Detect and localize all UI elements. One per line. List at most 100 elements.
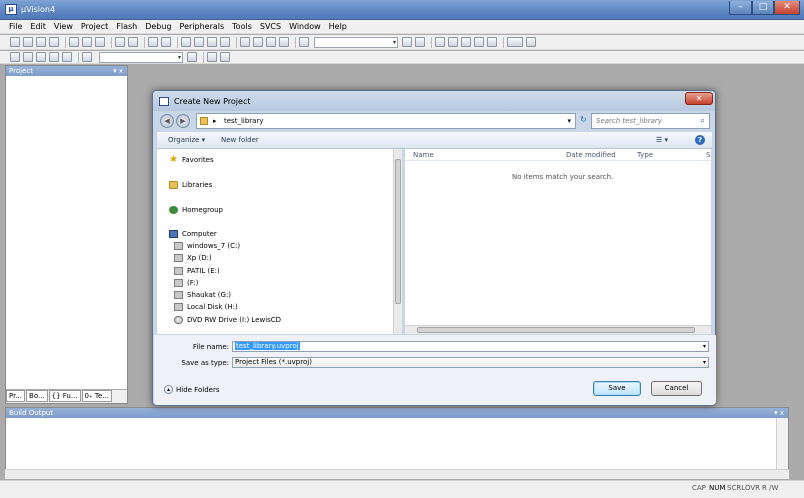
bookmark-clear-icon[interactable] [220, 37, 230, 47]
nav-back-icon[interactable] [148, 37, 158, 47]
save-button[interactable]: Save [593, 381, 641, 396]
forward-button[interactable]: ▶ [176, 114, 190, 128]
menu-tools[interactable]: Tools [232, 22, 252, 31]
cancel-button[interactable]: Cancel [651, 381, 702, 396]
menu-window[interactable]: Window [289, 22, 321, 31]
unindent-icon[interactable] [253, 37, 263, 47]
menu-flash[interactable]: Flash [116, 22, 137, 31]
nav-scrollbar[interactable] [393, 149, 402, 334]
pane-controls-icon[interactable]: ▾ ⅹ [774, 408, 784, 418]
configure-icon[interactable] [526, 37, 536, 47]
save-icon[interactable] [36, 37, 46, 47]
nav-favorites[interactable]: ★ Favorites [169, 155, 214, 165]
download-icon[interactable] [82, 52, 92, 62]
breakpoint-disable-icon[interactable] [461, 37, 471, 47]
search-icon[interactable]: ⌕ [701, 116, 705, 126]
nav-drive-i[interactable]: DVD RW Drive (I:) LewisCD [174, 316, 281, 324]
maximize-button[interactable]: □ [752, 1, 774, 15]
scrollbar-thumb[interactable] [417, 327, 695, 333]
file-list-hscrollbar[interactable] [405, 325, 711, 334]
minimize-button[interactable]: – [729, 1, 752, 15]
menu-help[interactable]: Help [329, 22, 347, 31]
uncomment-icon[interactable] [279, 37, 289, 47]
nav-drive-g[interactable]: Shaukat (G:) [174, 291, 231, 299]
tab-templates[interactable]: 0₊ Te... [81, 390, 112, 402]
chevron-down-icon[interactable]: ▾ [703, 342, 706, 351]
target-combo[interactable]: ▾ [99, 51, 183, 63]
copy-icon[interactable] [82, 37, 92, 47]
cut-icon[interactable] [69, 37, 79, 47]
close-button[interactable]: ✕ [774, 1, 800, 15]
refresh-icon[interactable]: ↻ [578, 115, 589, 127]
translate-icon[interactable] [10, 52, 20, 62]
search-box[interactable]: Search test_library ⌕ [591, 113, 710, 129]
incremental-find-icon[interactable] [415, 37, 425, 47]
view-options-icon[interactable]: ☰ ▾ [656, 136, 668, 144]
find-icon[interactable] [402, 37, 412, 47]
find-in-files-icon[interactable] [299, 37, 309, 47]
breakpoint-kill-icon[interactable] [487, 37, 497, 47]
horizontal-scrollbar[interactable] [5, 469, 789, 479]
select-packs-icon[interactable] [220, 52, 230, 62]
menu-edit[interactable]: Edit [30, 22, 46, 31]
menu-view[interactable]: View [54, 22, 73, 31]
back-button[interactable]: ◀ [160, 114, 174, 128]
indent-icon[interactable] [240, 37, 250, 47]
column-date-modified[interactable]: Date modified [566, 151, 616, 159]
comment-icon[interactable] [266, 37, 276, 47]
rebuild-icon[interactable] [36, 52, 46, 62]
paste-icon[interactable] [95, 37, 105, 47]
target-options-icon[interactable] [187, 52, 197, 62]
dialog-close-button[interactable]: ✕ [685, 92, 713, 105]
nav-drive-c[interactable]: windows_7 (C:) [174, 242, 240, 250]
column-type[interactable]: Type [637, 151, 653, 159]
new-folder-button[interactable]: New folder [221, 136, 259, 144]
chevron-down-icon[interactable]: ▾ [567, 117, 571, 125]
find-combo[interactable]: ▾ [314, 36, 398, 48]
menu-file[interactable]: File [9, 22, 22, 31]
tab-functions[interactable]: {} Fu... [48, 390, 81, 402]
column-name[interactable]: Name [413, 151, 434, 159]
save-type-select[interactable]: Project Files (*.uvproj) ▾ [232, 357, 709, 368]
batch-build-icon[interactable] [49, 52, 59, 62]
nav-computer[interactable]: Computer [169, 230, 217, 238]
stop-build-icon[interactable] [62, 52, 72, 62]
breakpoint-icon[interactable] [448, 37, 458, 47]
window-layout-icon[interactable] [507, 37, 523, 47]
menu-peripherals[interactable]: Peripherals [180, 22, 225, 31]
chevron-down-icon[interactable]: ▾ [703, 358, 706, 367]
nav-drive-f[interactable]: (F:) [174, 279, 198, 287]
bookmark-icon[interactable] [181, 37, 191, 47]
hide-folders-toggle[interactable]: ▴ Hide Folders [164, 385, 219, 394]
bookmark-prev-icon[interactable] [194, 37, 204, 47]
save-all-icon[interactable] [49, 37, 59, 47]
debug-session-icon[interactable] [435, 37, 445, 47]
nav-forward-icon[interactable] [161, 37, 171, 47]
nav-drive-d[interactable]: Xp (D:) [174, 254, 212, 262]
breadcrumb-folder[interactable]: test_library [224, 117, 263, 125]
nav-homegroup[interactable]: Homegroup [169, 206, 223, 214]
tab-books[interactable]: Bo... [26, 390, 48, 402]
scrollbar-thumb[interactable] [395, 159, 401, 304]
nav-libraries[interactable]: Libraries [169, 181, 212, 189]
manage-components-icon[interactable] [207, 52, 217, 62]
organize-button[interactable]: Organize ▾ [168, 136, 205, 144]
undo-icon[interactable] [115, 37, 125, 47]
menu-project[interactable]: Project [81, 22, 108, 31]
nav-drive-e[interactable]: PATIL (E:) [174, 267, 220, 275]
menu-svcs[interactable]: SVCS [260, 22, 281, 31]
nav-drive-h[interactable]: Local Disk (H:) [174, 303, 238, 311]
help-icon[interactable]: ? [695, 135, 705, 145]
redo-icon[interactable] [128, 37, 138, 47]
menu-debug[interactable]: Debug [145, 22, 171, 31]
open-icon[interactable] [23, 37, 33, 47]
build-icon[interactable] [23, 52, 33, 62]
file-name-input[interactable]: test_library.uvproj ▾ [232, 341, 709, 352]
bookmark-next-icon[interactable] [207, 37, 217, 47]
new-file-icon[interactable] [10, 37, 20, 47]
column-size[interactable]: S [706, 151, 710, 159]
pane-controls-icon[interactable]: ▾ ⅹ [113, 66, 123, 76]
breakpoint-clear-icon[interactable] [474, 37, 484, 47]
tab-project[interactable]: Pr... [6, 390, 26, 402]
address-bar[interactable]: ▸ test_library ▾ [196, 113, 576, 129]
